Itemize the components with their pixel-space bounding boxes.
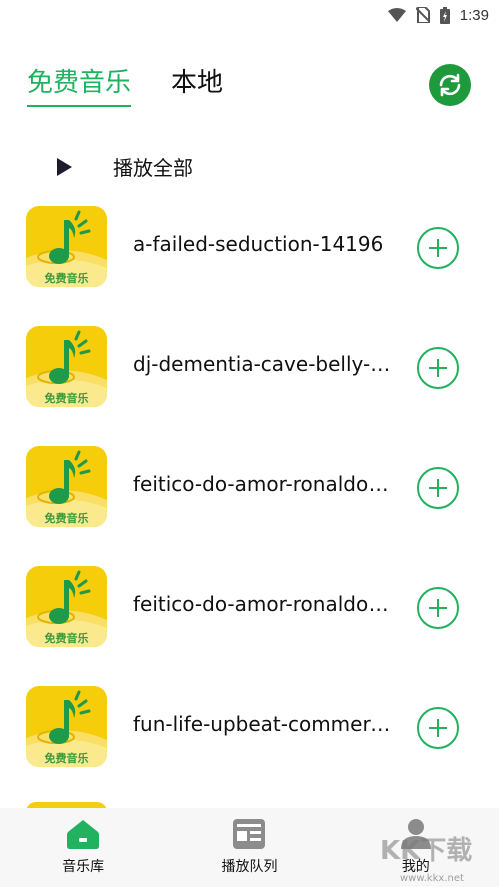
music-note-cover-icon: 免费音乐 (26, 206, 107, 287)
svg-text:免费音乐: 免费音乐 (45, 631, 89, 645)
song-cover: 免费音乐 (26, 446, 107, 527)
song-row[interactable]: 免费音乐 feitico-do-amor-ronaldo-re… (0, 566, 499, 686)
add-to-queue-button[interactable] (417, 707, 459, 749)
tab-bar: 免费音乐 本地 (27, 62, 223, 107)
nav-label-queue: 播放队列 (221, 859, 278, 875)
add-to-queue-button[interactable] (417, 587, 459, 629)
plus-icon (429, 719, 447, 737)
queue-icon (233, 819, 266, 849)
song-list: 免费音乐 a-failed-seduction-14196 免费音乐 dj-de… (0, 206, 499, 806)
add-to-queue-button[interactable] (417, 467, 459, 509)
music-note-cover-icon: 免费音乐 (26, 326, 107, 407)
song-title: a-failed-seduction-14196 (133, 232, 384, 256)
song-cover: 免费音乐 (26, 686, 107, 767)
nav-label-library: 音乐库 (62, 859, 105, 875)
song-title: fun-life-upbeat-commerci… (133, 712, 393, 736)
song-title: feitico-do-amor-ronaldo-re… (133, 592, 393, 616)
status-bar: 1:39 (0, 0, 499, 30)
status-time: 1:39 (459, 6, 489, 24)
refresh-button[interactable] (429, 64, 471, 106)
play-all-label: 播放全部 (113, 156, 193, 180)
svg-text:免费音乐: 免费音乐 (45, 511, 89, 525)
play-all-button[interactable]: 播放全部 (55, 152, 193, 181)
song-row[interactable]: 免费音乐 a-failed-seduction-14196 (0, 206, 499, 326)
no-sim-icon (415, 7, 430, 23)
plus-icon (429, 599, 447, 617)
song-row[interactable]: 免费音乐 dj-dementia-cave-belly-95… (0, 326, 499, 446)
song-cover: 免费音乐 (26, 326, 107, 407)
song-row[interactable]: 免费音乐 fun-life-upbeat-commerci… (0, 686, 499, 806)
wifi-icon (387, 8, 406, 22)
tab-free-music[interactable]: 免费音乐 (27, 62, 132, 107)
plus-icon (429, 479, 447, 497)
nav-item-library[interactable]: 音乐库 (0, 808, 166, 887)
song-cover: 免费音乐 (26, 206, 107, 287)
music-note-cover-icon: 免费音乐 (26, 446, 107, 527)
song-row[interactable]: 免费音乐 feitico-do-amor-ronaldo-re… (0, 446, 499, 566)
refresh-icon (439, 73, 461, 97)
nav-item-queue[interactable]: 播放队列 (166, 808, 332, 887)
song-title: feitico-do-amor-ronaldo-re… (133, 472, 393, 496)
home-icon (67, 820, 100, 849)
svg-text:免费音乐: 免费音乐 (45, 751, 89, 765)
add-to-queue-button[interactable] (417, 347, 459, 389)
svg-text:免费音乐: 免费音乐 (45, 391, 89, 405)
song-title: dj-dementia-cave-belly-95… (133, 352, 393, 376)
svg-text:免费音乐: 免费音乐 (45, 271, 89, 285)
music-note-cover-icon: 免费音乐 (26, 686, 107, 767)
watermark-url: www.kkx.net (400, 873, 464, 884)
tab-local[interactable]: 本地 (171, 62, 223, 107)
battery-icon (439, 6, 450, 24)
add-to-queue-button[interactable] (417, 227, 459, 269)
play-icon (57, 157, 72, 176)
watermark: KK下载 (380, 836, 473, 866)
music-note-cover-icon: 免费音乐 (26, 566, 107, 647)
plus-icon (429, 239, 447, 257)
song-cover: 免费音乐 (26, 566, 107, 647)
plus-icon (429, 359, 447, 377)
